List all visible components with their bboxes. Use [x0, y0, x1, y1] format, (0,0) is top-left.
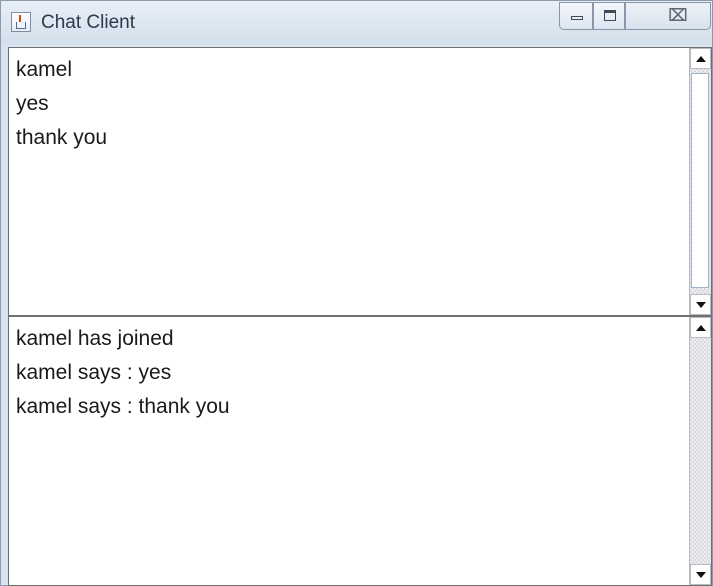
scroll-down-button[interactable]	[690, 294, 711, 315]
chat-log-pane: kamel has joined kamel says : yes kamel …	[8, 316, 712, 586]
close-icon: ⌧	[668, 6, 688, 26]
scroll-up-button[interactable]	[690, 317, 711, 338]
chat-log-line: kamel says : thank you	[16, 395, 230, 418]
input-line: kamel	[16, 58, 73, 81]
chat-log-line: kamel has joined	[16, 327, 174, 350]
arrow-up-icon	[696, 56, 706, 62]
window-title: Chat Client	[41, 12, 135, 33]
close-button[interactable]: ⌧	[625, 2, 711, 30]
minimize-icon	[571, 16, 583, 20]
java-cup-icon[interactable]	[11, 12, 31, 32]
arrow-up-icon	[696, 325, 706, 331]
input-vertical-scrollbar[interactable]	[689, 48, 711, 315]
chat-log-area[interactable]: kamel has joined kamel says : yes kamel …	[9, 317, 689, 585]
window-controls: ⌧	[553, 2, 713, 33]
message-input-area[interactable]: kamel yes thank you	[9, 48, 689, 315]
scroll-thumb[interactable]	[691, 73, 709, 288]
chat-log-vertical-scrollbar[interactable]	[689, 317, 711, 585]
input-line: yes	[16, 92, 49, 115]
maximize-button[interactable]	[593, 2, 625, 30]
chat-log-line: kamel says : yes	[16, 361, 172, 384]
arrow-down-icon	[696, 572, 706, 578]
message-input-pane: kamel yes thank you	[8, 47, 712, 316]
maximize-icon	[604, 10, 616, 21]
minimize-button[interactable]	[559, 2, 593, 30]
title-bar[interactable]: Chat Client ⌧	[1, 1, 712, 45]
arrow-down-icon	[696, 302, 706, 308]
chat-client-window: Chat Client ⌧ kamel yes thank you kamel …	[0, 0, 713, 586]
scroll-up-button[interactable]	[690, 48, 711, 69]
input-line: thank you	[16, 126, 108, 149]
scroll-down-button[interactable]	[690, 564, 711, 585]
